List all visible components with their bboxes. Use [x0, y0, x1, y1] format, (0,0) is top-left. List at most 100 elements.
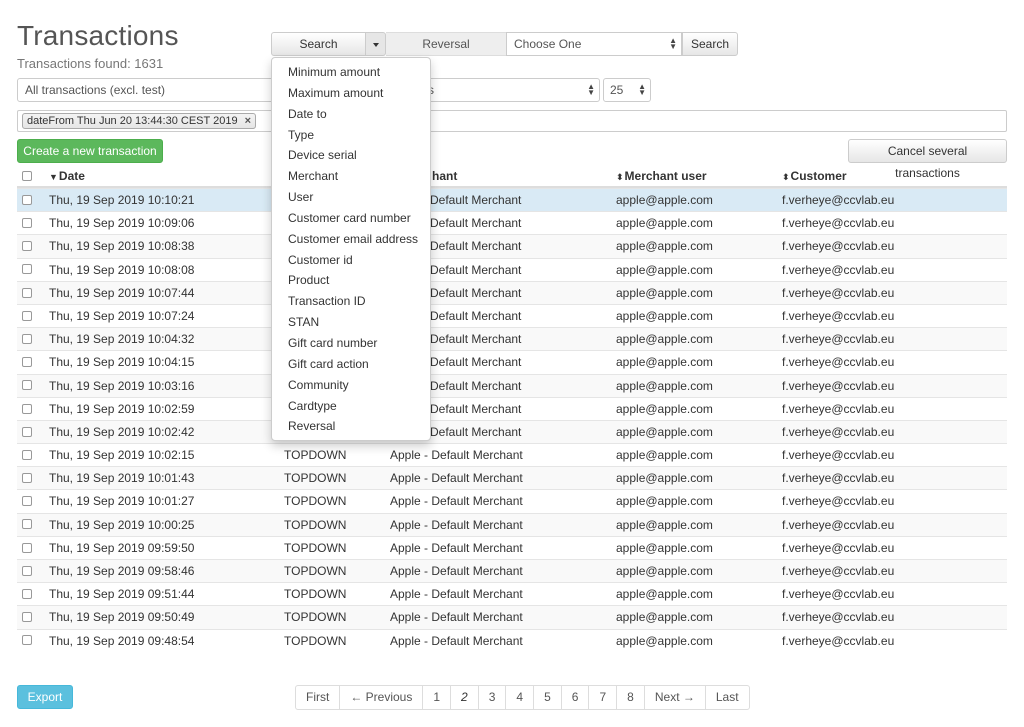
- active-filters-box[interactable]: dateFrom Thu Jun 20 13:44:30 CEST 2019 ×: [17, 110, 1007, 132]
- page-number[interactable]: 4: [505, 685, 535, 710]
- table-row[interactable]: Thu, 19 Sep 2019 09:59:50 TOPDOWN Apple - …: [17, 535, 1007, 559]
- row-checkbox[interactable]: [22, 583, 32, 605]
- page-next[interactable]: Next →: [643, 685, 706, 710]
- menu-item-type[interactable]: Type: [272, 125, 430, 146]
- table-row[interactable]: Thu, 19 Sep 2019 10:08:38 Default Merchan…: [17, 234, 1007, 258]
- page-number[interactable]: 5: [533, 685, 562, 710]
- menu-item-customer-email-address[interactable]: Customer email address: [272, 229, 430, 250]
- table-row[interactable]: Thu, 19 Sep 2019 10:07:44 Default Merchan…: [17, 280, 1007, 304]
- row-checkbox[interactable]: [22, 537, 32, 559]
- column-header-customer[interactable]: ⬍Customer: [782, 169, 847, 183]
- search-button[interactable]: Search: [682, 32, 738, 56]
- table-row[interactable]: Thu, 19 Sep 2019 10:03:16 Default Merchan…: [17, 373, 1007, 397]
- menu-item-maximum-amount[interactable]: Maximum amount: [272, 83, 430, 104]
- create-transaction-button[interactable]: Create a new transaction: [17, 139, 163, 163]
- row-checkbox[interactable]: [22, 467, 32, 489]
- table-row[interactable]: Thu, 19 Sep 2019 10:01:43 TOPDOWN Apple - …: [17, 466, 1007, 490]
- menu-item-device-serial[interactable]: Device serial: [272, 145, 430, 166]
- export-button[interactable]: Export: [17, 685, 73, 709]
- page-size-select[interactable]: 25 ▲ ▼: [603, 78, 651, 102]
- table-row[interactable]: Thu, 19 Sep 2019 10:02:42 Default Merchan…: [17, 419, 1007, 444]
- row-checkbox[interactable]: [22, 328, 32, 350]
- menu-item-transaction-id[interactable]: Transaction ID: [272, 291, 430, 312]
- menu-item-cardtype[interactable]: Cardtype: [272, 396, 430, 417]
- search-value-select[interactable]: Choose One ▲ ▼: [506, 32, 682, 56]
- table-row[interactable]: Thu, 19 Sep 2019 09:50:49 TOPDOWN Apple - …: [17, 605, 1007, 629]
- row-checkbox[interactable]: [22, 490, 32, 512]
- cell-customer: f.verheye@ccvlab.eu: [782, 517, 895, 532]
- row-checkbox[interactable]: [22, 282, 32, 304]
- transactions-filter-select[interactable]: All transactions (excl. test): [17, 78, 281, 102]
- table-row[interactable]: Thu, 19 Sep 2019 10:07:24 Default Merchan…: [17, 303, 1007, 327]
- cell-merchant: Apple - Default Merchant: [390, 610, 523, 625]
- secondary-filter-select[interactable]: s ▲ ▼: [420, 78, 600, 102]
- menu-item-gift-card-number[interactable]: Gift card number: [272, 333, 430, 354]
- search-options-button[interactable]: Search options: [271, 32, 366, 73]
- row-checkbox[interactable]: [22, 259, 32, 281]
- page-first[interactable]: First: [295, 685, 341, 710]
- page-previous[interactable]: ← Previous: [339, 685, 424, 710]
- row-checkbox[interactable]: [22, 560, 32, 582]
- search-options-toggle[interactable]: [366, 32, 386, 56]
- table-row[interactable]: Thu, 19 Sep 2019 10:10:21 Default Merchan…: [17, 188, 1007, 212]
- row-checkbox[interactable]: [22, 398, 32, 420]
- menu-item-community[interactable]: Community: [272, 375, 430, 396]
- page-last[interactable]: Last: [704, 685, 750, 710]
- select-all-checkbox[interactable]: [22, 169, 32, 183]
- row-checkbox[interactable]: [22, 212, 32, 234]
- remove-filter-icon[interactable]: ×: [245, 115, 251, 127]
- row-checkbox[interactable]: [22, 606, 32, 628]
- page-number[interactable]: 7: [588, 685, 618, 710]
- cell-type: TOPDOWN: [284, 517, 347, 532]
- page-number[interactable]: 6: [560, 685, 590, 710]
- column-header-merchant-user[interactable]: ⬍Merchant user: [616, 169, 707, 183]
- menu-item-user[interactable]: User: [272, 187, 430, 208]
- table-row[interactable]: Thu, 19 Sep 2019 10:00:25 TOPDOWN Apple - …: [17, 512, 1007, 536]
- table-row[interactable]: Thu, 19 Sep 2019 10:02:59 Default Merchan…: [17, 396, 1007, 420]
- menu-item-stan[interactable]: STAN: [272, 312, 430, 333]
- table-row[interactable]: Thu, 19 Sep 2019 10:08:08 Default Merchan…: [17, 257, 1007, 281]
- row-checkbox[interactable]: [22, 351, 32, 373]
- cell-type: TOPDOWN: [284, 564, 347, 578]
- page-number[interactable]: 2: [450, 685, 479, 710]
- row-checkbox[interactable]: [22, 189, 32, 211]
- table-row[interactable]: Thu, 19 Sep 2019 09:58:46 TOPDOWN Apple - …: [17, 559, 1007, 583]
- page-number[interactable]: 3: [477, 685, 507, 710]
- menu-item-merchant[interactable]: Merchant: [272, 166, 430, 187]
- row-checkbox[interactable]: [22, 630, 32, 652]
- cancel-several-button[interactable]: Cancel several transactions: [848, 139, 1007, 180]
- cell-merchant-user: apple@apple.com: [616, 471, 713, 486]
- cell-customer: f.verheye@ccvlab.eu: [782, 610, 895, 625]
- page-number[interactable]: 8: [616, 685, 645, 710]
- table-row[interactable]: Thu, 19 Sep 2019 09:51:44 TOPDOWN Apple - …: [17, 582, 1007, 605]
- page-number[interactable]: 1: [422, 685, 452, 710]
- menu-item-date-to[interactable]: Date to: [272, 104, 430, 125]
- cell-type: TOPDOWN: [284, 494, 347, 509]
- menu-item-gift-card-action[interactable]: Gift card action: [272, 354, 430, 375]
- row-checkbox[interactable]: [22, 375, 32, 397]
- table-row[interactable]: Thu, 19 Sep 2019 10:09:06 Default Merchan…: [17, 211, 1007, 234]
- table-row[interactable]: Thu, 19 Sep 2019 10:01:27 TOPDOWN Apple - …: [17, 489, 1007, 512]
- menu-item-product[interactable]: Product: [272, 270, 430, 291]
- row-checkbox[interactable]: [22, 305, 32, 327]
- cell-date: Thu, 19 Sep 2019 10:10:21: [49, 193, 195, 207]
- row-checkbox[interactable]: [22, 514, 32, 536]
- row-checkbox[interactable]: [22, 421, 32, 443]
- cell-type: TOPDOWN: [284, 587, 347, 602]
- column-header-date[interactable]: ▼Date: [49, 169, 85, 183]
- cell-customer: f.verheye@ccvlab.eu: [782, 378, 895, 393]
- menu-item-customer-id[interactable]: Customer id: [272, 250, 430, 271]
- row-checkbox[interactable]: [22, 235, 32, 257]
- table-row[interactable]: Thu, 19 Sep 2019 10:02:15 TOPDOWN Apple - …: [17, 443, 1007, 466]
- column-header-merchant[interactable]: hant: [432, 169, 457, 183]
- cell-customer: f.verheye@ccvlab.eu: [782, 355, 895, 370]
- table-row[interactable]: Thu, 19 Sep 2019 10:04:15 Default Merchan…: [17, 350, 1007, 373]
- table-row[interactable]: Thu, 19 Sep 2019 10:04:32 Default Merchan…: [17, 327, 1007, 351]
- cell-customer: f.verheye@ccvlab.eu: [782, 633, 895, 648]
- menu-item-customer-card-number[interactable]: Customer card number: [272, 208, 430, 229]
- table-row[interactable]: Thu, 19 Sep 2019 09:48:54 TOPDOWN Apple - …: [17, 628, 1007, 652]
- menu-item-minimum-amount[interactable]: Minimum amount: [272, 62, 430, 83]
- row-checkbox[interactable]: [22, 444, 32, 466]
- cell-merchant-user: apple@apple.com: [616, 285, 713, 300]
- menu-item-reversal[interactable]: Reversal: [272, 416, 430, 437]
